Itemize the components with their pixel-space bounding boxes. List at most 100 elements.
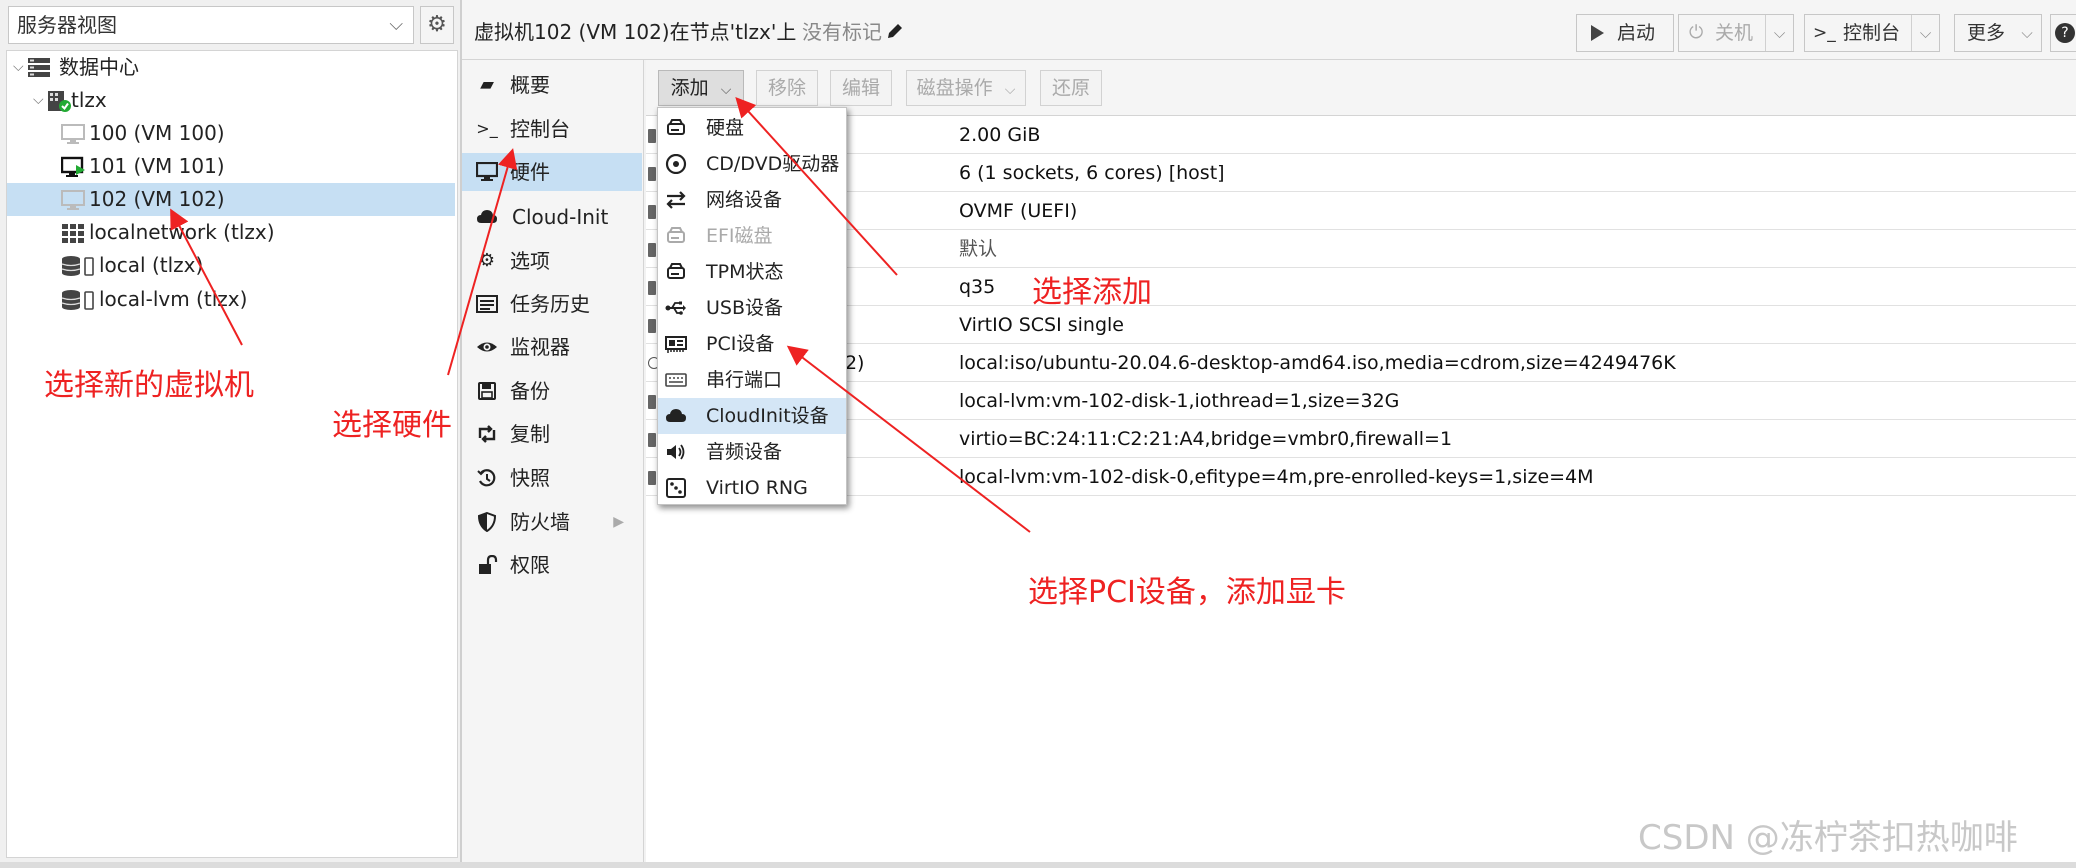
bottom-splitter[interactable] [0,862,2076,868]
help-button[interactable]: ? [2050,14,2076,52]
shield-icon [477,512,497,532]
menu-item-cloudinit-device[interactable]: CloudInit设备 [658,398,846,434]
tree-item-storage-local[interactable]: local (tlzx) [7,249,455,282]
table-row[interactable]: q35 [646,269,2076,306]
table-row[interactable]: OVMF (UEFI) [646,193,2076,230]
chevron-down-icon[interactable]: ⌵ [1765,15,1793,51]
nav-item-permissions[interactable]: 权限 [462,546,642,584]
nav-item-label: 选项 [510,249,550,273]
cpu-icon [648,167,656,181]
nav-item-options[interactable]: ⚙ 选项 [462,242,642,280]
menu-item-usb-device[interactable]: USB设备 [658,290,846,326]
hdd-icon [667,227,685,243]
edit-label: 编辑 [841,77,880,99]
menu-item-network-device[interactable]: 网络设备 [658,182,846,218]
table-row[interactable]: VirtIO SCSI single [646,307,2076,344]
node-online-icon [48,91,71,112]
edit-button[interactable]: 编辑 [830,70,892,106]
pve-web-ui: 服务器视图 ⌵ ⚙ ⌵ 数据中心 ⌵ tlzx 100 (VM 100) 101… [0,0,2076,868]
hardware-value: VirtIO SCSI single [959,314,1124,336]
menu-item-virtio-rng[interactable]: VirtIO RNG [658,470,846,506]
nav-item-label: 复制 [510,422,550,446]
nav-item-cloud-init[interactable]: Cloud-Init [462,198,642,236]
expand-arrow-icon[interactable]: ▶ [613,503,624,541]
menu-item-label: PCI设备 [706,333,775,355]
table-row[interactable]: virtio=BC:24:11:C2:21:A4,bridge=vmbr0,fi… [646,421,2076,458]
view-select[interactable]: 服务器视图 ⌵ [8,6,414,44]
menu-item-tpm-state[interactable]: TPM状态 [658,254,846,290]
table-row[interactable]: local-lvm:vm-102-disk-1,iothread=1,size=… [646,383,2076,420]
hdd-icon [648,395,656,409]
annotation-select-add: 选择添加 [1032,275,1152,310]
tree-item-vm-100[interactable]: 100 (VM 100) [7,117,455,150]
nav-item-console[interactable]: >_ 控制台 [462,110,642,148]
menu-item-audio-device[interactable]: 音频设备 [658,434,846,470]
hardware-content: 添加 ⌵ 移除 编辑 磁盘操作 ⌵ 还原 2.00 GiB 6 (1 socke… [646,60,2076,862]
keyboard-icon [665,373,687,387]
nav-item-summary[interactable]: ▰ 概要 [462,66,642,104]
tree-item-label: 102 (VM 102) [89,187,225,211]
disk-action-button[interactable]: 磁盘操作 ⌵ [906,70,1026,106]
nav-item-backup[interactable]: 备份 [462,372,642,410]
tree-item-localnetwork[interactable]: localnetwork (tlzx) [7,216,455,249]
disk-action-label: 磁盘操作 [916,77,993,99]
chevron-down-icon: ⌵ [2021,24,2033,42]
menu-item-label: EFI磁盘 [706,225,773,247]
monitor-running-icon [61,156,85,177]
table-row[interactable]: le2) local:iso/ubuntu-20.04.6-desktop-am… [646,345,2076,382]
nav-item-firewall[interactable]: 防火墙 ▶ [462,503,642,541]
table-row[interactable]: 6 (1 sockets, 6 cores) [host] [646,155,2076,192]
tree-item-label: 100 (VM 100) [89,121,225,145]
annotation-select-pci: 选择PCI设备，添加显卡 [1028,575,1346,610]
menu-item-cd-dvd[interactable]: CD/DVD驱动器 [658,146,846,182]
more-label: 更多 [1967,22,2006,44]
nav-item-monitor[interactable]: 监视器 [462,328,642,366]
start-button[interactable]: 启动 [1576,14,1674,52]
tree-item-label: local (tlzx) [99,253,204,277]
more-button[interactable]: 更多 ⌵ [1954,14,2042,52]
tags-label[interactable]: 没有标记 [802,0,882,64]
menu-item-hard-disk[interactable]: 硬盘 [658,110,846,146]
nav-item-label: 监视器 [510,335,570,359]
hardware-value: local-lvm:vm-102-disk-0,efitype=4m,pre-e… [959,466,1594,488]
collapse-arrow-icon[interactable]: ⌵ [13,51,24,84]
menu-item-efi-disk[interactable]: EFI磁盘 [658,218,846,254]
console-label: 控制台 [1843,22,1901,44]
hdd-icon [648,471,656,485]
nav-item-label: 概要 [510,73,550,97]
menu-item-label: CloudInit设备 [706,405,829,427]
table-row[interactable]: local-lvm:vm-102-disk-0,efitype=4m,pre-e… [646,459,2076,496]
console-button[interactable]: >_ 控制台 ⌵ [1804,14,1940,52]
nav-item-label: 任务历史 [510,292,590,316]
tree-item-datacenter[interactable]: ⌵ 数据中心 [7,51,455,84]
page-title: 虚拟机102 (VM 102)在节点'tlzx'上 [474,20,797,44]
menu-item-serial-port[interactable]: 串行端口 [658,362,846,398]
menu-item-pci-device[interactable]: PCI设备 [658,326,846,362]
terminal-icon: >_ [476,119,498,138]
chevron-down-icon[interactable]: ⌵ [1911,15,1939,51]
shutdown-button[interactable]: ⏻ 关机 ⌵ [1678,14,1794,52]
desktop-icon [476,162,498,181]
table-row[interactable]: 2.00 GiB [646,117,2076,154]
tree-item-vm-102[interactable]: 102 (VM 102) [7,183,455,216]
nav-item-snapshot[interactable]: 快照 [462,459,642,497]
nav-item-replication[interactable]: 复制 [462,415,642,453]
view-select-value: 服务器视图 [17,13,117,37]
database-icon [61,256,94,276]
tree-settings-button[interactable]: ⚙ [420,6,454,44]
vm-header: 虚拟机102 (VM 102)在节点'tlzx'上 没有标记 启动 ⏻ 关机 ⌵… [462,0,2076,60]
remove-button[interactable]: 移除 [756,70,818,106]
list-icon [476,295,498,313]
revert-button[interactable]: 还原 [1040,70,1102,106]
pencil-icon[interactable] [886,22,904,40]
nav-item-task-history[interactable]: 任务历史 [462,285,642,323]
hdd-icon [667,119,685,135]
add-button[interactable]: 添加 ⌵ [658,70,744,106]
table-row[interactable]: 默认 [646,231,2076,268]
tree-item-storage-local-lvm[interactable]: local-lvm (tlzx) [7,283,455,316]
collapse-arrow-icon[interactable]: ⌵ [33,84,44,117]
hardware-value: OVMF (UEFI) [959,200,1078,222]
tree-item-vm-101[interactable]: 101 (VM 101) [7,150,455,183]
tree-item-node-tlzx[interactable]: ⌵ tlzx [7,84,455,117]
nav-item-hardware[interactable]: 硬件 [462,153,642,191]
